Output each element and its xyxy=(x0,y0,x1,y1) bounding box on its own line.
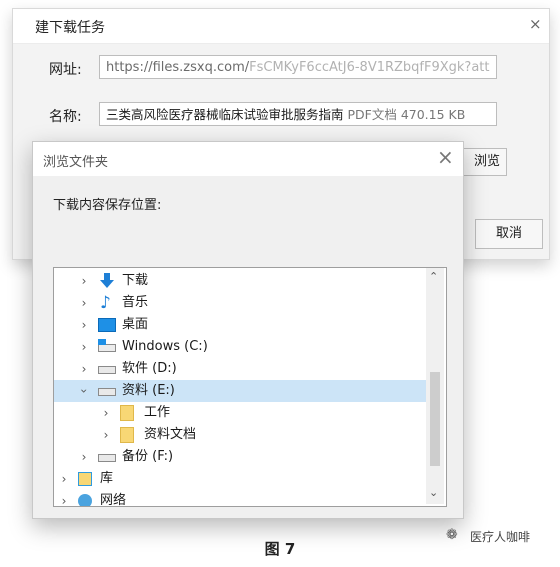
tree-item-label: 软件 (D:) xyxy=(122,361,177,376)
dialog-title: 建下载任务 xyxy=(35,20,105,36)
chevron-right-icon[interactable]: › xyxy=(78,292,90,314)
file-name-field[interactable]: 三类高风险医疗器械临床试验审批服务指南 PDF文档 470.15 KB xyxy=(99,102,497,126)
windows-logo-icon xyxy=(98,339,106,345)
file-meta: PDF文档 470.15 KB xyxy=(347,107,466,122)
vertical-scrollbar[interactable]: ⌃ ⌄ xyxy=(426,268,444,504)
chevron-right-icon[interactable]: › xyxy=(78,270,90,292)
tree-item-folder-docs[interactable]: › 资料文档 xyxy=(54,424,426,446)
chevron-right-icon[interactable]: › xyxy=(78,446,90,468)
tree-item-label: 备份 (F:) xyxy=(122,449,174,464)
tree-item-network[interactable]: › 网络 xyxy=(54,490,426,507)
tree-item-downloads[interactable]: › 下载 xyxy=(54,270,426,292)
chevron-right-icon[interactable]: › xyxy=(58,468,70,490)
tree-item-music[interactable]: › ♪ 音乐 xyxy=(54,292,426,314)
chevron-right-icon[interactable]: › xyxy=(100,424,112,446)
folder-icon xyxy=(120,427,134,443)
save-location-prompt: 下载内容保存位置: xyxy=(53,198,162,213)
scroll-down-arrow-icon[interactable]: ⌄ xyxy=(429,486,438,499)
tree-item-drive-c[interactable]: › Windows (C:) xyxy=(54,336,426,358)
browse-button[interactable]: 浏览 xyxy=(457,148,507,176)
network-icon xyxy=(78,494,92,506)
dialog-titlebar: 建下载任务 × xyxy=(13,9,549,44)
tree-item-label: 工作 xyxy=(144,405,171,420)
library-icon xyxy=(78,472,92,486)
url-label: 网址: xyxy=(49,62,82,78)
tree-item-label: 库 xyxy=(100,471,114,486)
folder-icon xyxy=(120,405,134,421)
tree-item-label: 资料 (E:) xyxy=(122,383,175,398)
close-icon[interactable]: × xyxy=(437,145,454,169)
chevron-right-icon[interactable]: › xyxy=(58,490,70,506)
scroll-up-arrow-icon[interactable]: ⌃ xyxy=(429,270,438,283)
tree-item-drive-f[interactable]: › 备份 (F:) xyxy=(54,446,426,468)
tree-item-drive-e[interactable]: › 资料 (E:) xyxy=(54,380,426,402)
tree-item-desktop[interactable]: › 桌面 xyxy=(54,314,426,336)
tree-item-label: 资料文档 xyxy=(144,427,197,442)
music-note-icon: ♪ xyxy=(100,293,111,313)
figure-caption: 图 7 xyxy=(264,540,296,558)
drive-icon xyxy=(98,454,116,462)
tree-item-label: 音乐 xyxy=(122,295,149,310)
tree-item-label: 桌面 xyxy=(122,317,149,332)
url-domain: https://files.zsxq.com/ xyxy=(106,60,250,75)
chevron-right-icon[interactable]: › xyxy=(78,336,90,358)
close-icon[interactable]: × xyxy=(529,15,542,33)
download-arrow-icon xyxy=(100,273,114,288)
drive-icon xyxy=(98,388,116,396)
dialog-title: 浏览文件夹 xyxy=(43,155,109,170)
folder-tree[interactable]: › 下载 › ♪ 音乐 › 桌面 › Windows (C:) › 软件 (D:… xyxy=(53,267,447,507)
tree-item-label: Windows (C:) xyxy=(122,339,208,354)
tree-item-libraries[interactable]: › 库 xyxy=(54,468,426,490)
system-drive-icon xyxy=(98,344,116,352)
scroll-thumb[interactable] xyxy=(430,372,440,466)
chevron-right-icon[interactable]: › xyxy=(100,402,112,424)
desktop-icon xyxy=(98,318,116,332)
tree-item-drive-d[interactable]: › 软件 (D:) xyxy=(54,358,426,380)
drive-icon xyxy=(98,366,116,374)
chevron-down-icon[interactable]: › xyxy=(73,385,95,397)
chevron-right-icon[interactable]: › xyxy=(78,314,90,336)
url-field[interactable]: https://files.zsxq.com/FsCMKyF6ccAtJ6-8V… xyxy=(99,55,497,79)
dialog-titlebar: 浏览文件夹 × xyxy=(33,142,463,176)
chevron-right-icon[interactable]: › xyxy=(78,358,90,380)
tree-item-label: 网络 xyxy=(100,493,127,507)
url-path: FsCMKyF6ccAtJ6-8V1RZbqfF9Xgk?att xyxy=(249,60,490,75)
name-label: 名称: xyxy=(49,109,82,125)
file-name: 三类高风险医疗器械临床试验审批服务指南 xyxy=(106,107,344,122)
cancel-button[interactable]: 取消 xyxy=(475,219,543,249)
tree-item-label: 下载 xyxy=(122,273,149,288)
tree-item-folder-work[interactable]: › 工作 xyxy=(54,402,426,424)
browse-folder-dialog: 浏览文件夹 × 下载内容保存位置: › 下载 › ♪ 音乐 › 桌面 › Win… xyxy=(32,141,464,519)
